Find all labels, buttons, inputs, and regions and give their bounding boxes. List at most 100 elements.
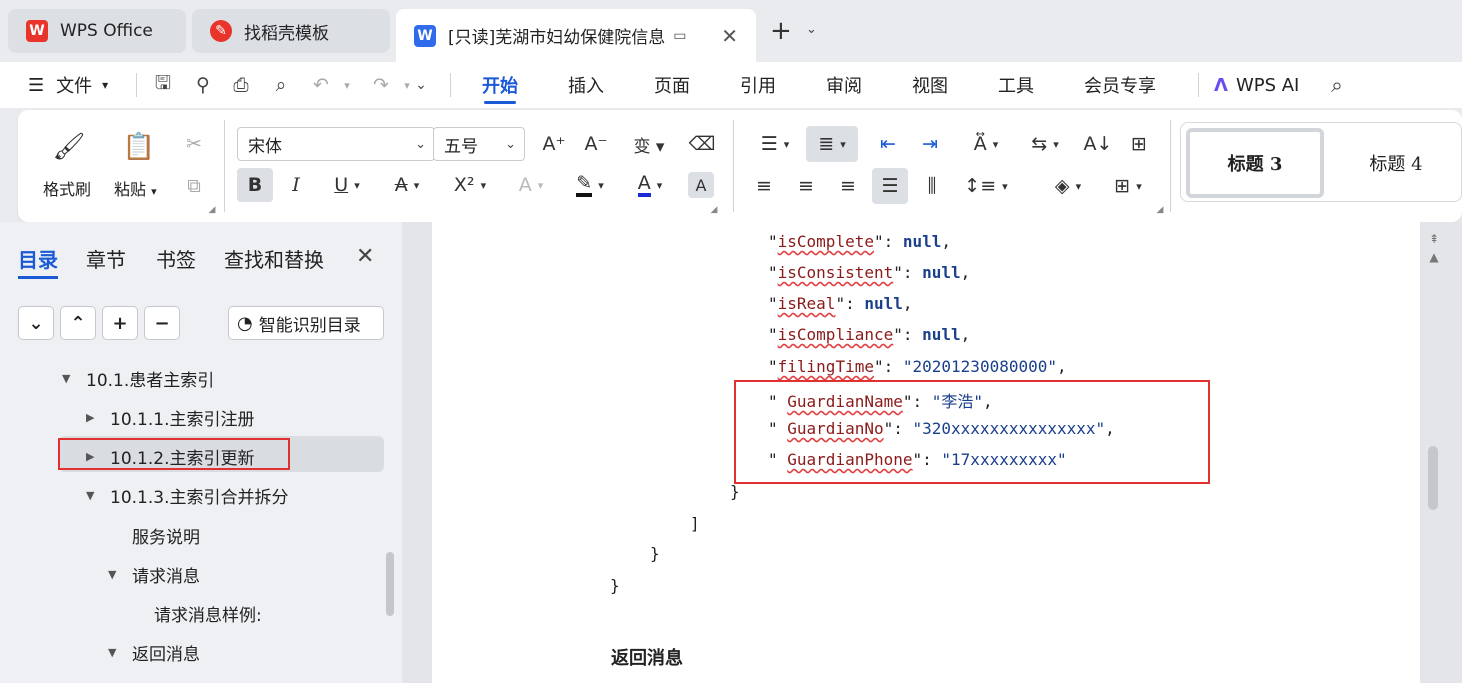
tab-find-replace[interactable]: 查找和替换 xyxy=(224,244,324,273)
font-name-select[interactable]: 宋体 ⌄ xyxy=(237,127,435,161)
undo-icon[interactable]: ↶ xyxy=(308,73,334,97)
expand-group-icon[interactable]: ◢ xyxy=(206,204,218,216)
cut-icon[interactable]: ✂ xyxy=(180,130,208,158)
italic-icon[interactable]: I xyxy=(280,168,312,202)
toc-item-label: 10.1.1.主索引注册 xyxy=(110,410,255,430)
smart-toc-button[interactable]: ◔ 智能识别目录 xyxy=(228,306,384,340)
line-wrap-icon[interactable]: ⇆ ▾ xyxy=(1022,128,1068,160)
line-spacing-icon[interactable]: ↕≡ ▾ xyxy=(962,170,1010,202)
print-preview-icon[interactable]: ⌕ xyxy=(268,73,294,97)
sort-icon[interactable]: A↓ xyxy=(1082,128,1114,160)
toc-item[interactable]: 请求消息样例: xyxy=(154,601,262,626)
collapse-all-button[interactable]: ⌄ xyxy=(18,306,54,340)
search-icon[interactable]: ⌕ xyxy=(1324,73,1350,97)
clear-format-icon[interactable]: ⌫ xyxy=(686,128,718,160)
doc-scrollbar-thumb[interactable] xyxy=(1428,446,1438,510)
save-icon[interactable]: 🖫 xyxy=(150,72,176,97)
font-color-icon[interactable]: A ▾ xyxy=(626,168,674,202)
char-shading-icon[interactable]: A xyxy=(688,172,714,198)
json-line: "isCompliance": null, xyxy=(768,325,971,344)
tab-review[interactable]: 审阅 xyxy=(826,62,862,108)
close-pane-icon[interactable]: ✕ xyxy=(356,244,374,269)
distribute-icon[interactable]: ⫼ xyxy=(916,170,948,202)
highlight-icon[interactable]: ✎ ▾ xyxy=(566,168,614,202)
chevron-down-icon[interactable]: ▾ xyxy=(334,73,360,97)
bold-icon[interactable]: B xyxy=(237,168,273,202)
expand-group-icon[interactable]: ◢ xyxy=(1154,204,1166,216)
pane-scrollbar-thumb[interactable] xyxy=(386,552,394,616)
tab-document[interactable]: W [只读]芜湖市妇幼保健院信息 ▭ ✕ xyxy=(396,9,756,62)
tab-home[interactable]: 开始 xyxy=(482,62,518,108)
print-icon[interactable]: ⎙ xyxy=(228,73,254,97)
json-brace: } xyxy=(650,544,660,563)
align-left-icon[interactable]: ≡ xyxy=(748,170,780,202)
increase-indent-icon[interactable]: ⇥ xyxy=(914,128,946,160)
paste-icon[interactable]: 📋 xyxy=(122,130,156,164)
align-right-icon[interactable]: ≡ xyxy=(832,170,864,202)
expand-up-button[interactable]: ⌃ xyxy=(60,306,96,340)
tab-tools[interactable]: 工具 xyxy=(998,62,1034,108)
tab-view[interactable]: 视图 xyxy=(912,62,948,108)
paste-label[interactable]: 粘贴 ▾ xyxy=(114,176,157,200)
tab-label: 找稻壳模板 xyxy=(244,23,329,44)
align-center-icon[interactable]: ≡ xyxy=(790,170,822,202)
json-value: null xyxy=(922,263,961,282)
close-tab-icon[interactable]: ✕ xyxy=(721,24,738,48)
grow-font-icon[interactable]: A⁺ xyxy=(538,128,570,160)
wps-ai-icon: ᐱ xyxy=(1214,74,1228,96)
more-chevron-icon[interactable]: ⌄ xyxy=(408,73,434,97)
style-heading-4[interactable]: 标题 4 xyxy=(1334,128,1458,198)
json-separator: , xyxy=(960,263,971,282)
tab-page[interactable]: 页面 xyxy=(654,62,690,108)
toc-item[interactable]: 服务说明 xyxy=(132,523,200,548)
json-key: isConsistent xyxy=(777,263,894,282)
toc-item[interactable]: ▼ 请求消息 xyxy=(108,562,200,587)
tab-wps-office[interactable]: W WPS Office xyxy=(8,9,186,53)
justify-icon[interactable]: ☰ xyxy=(872,168,908,204)
tab-bookmarks[interactable]: 书签 xyxy=(156,244,196,273)
json-line: "filingTime": "20201230080000", xyxy=(768,357,1067,376)
redo-icon[interactable]: ↷ xyxy=(368,73,394,97)
scroll-up-icon[interactable]: ⇞ ▲ xyxy=(1424,230,1444,270)
expand-group-icon[interactable]: ◢ xyxy=(708,204,720,216)
numbered-list-icon[interactable]: ≣ ▾ xyxy=(806,126,858,162)
tab-reference[interactable]: 引用 xyxy=(740,62,776,108)
strikethrough-icon[interactable]: A ▾ xyxy=(384,168,430,202)
share-icon[interactable]: ⚲ xyxy=(190,73,216,97)
new-tab-icon[interactable]: + xyxy=(770,16,792,46)
tab-toc[interactable]: 目录 xyxy=(18,244,58,279)
remove-heading-button[interactable]: − xyxy=(144,306,180,340)
borders-icon[interactable]: ⊞ ▾ xyxy=(1104,170,1152,202)
toc-item[interactable]: ▼ 10.1.3.主索引合并拆分 xyxy=(86,483,288,508)
toc-item[interactable]: ▼ 返回消息 xyxy=(108,640,200,665)
font-size-select[interactable]: 五号 ⌄ xyxy=(433,127,525,161)
format-painter-label[interactable]: 格式刷 xyxy=(43,176,91,200)
shrink-font-icon[interactable]: A⁻ xyxy=(580,128,612,160)
superscript-icon[interactable]: X² ▾ xyxy=(446,168,494,202)
shading-icon[interactable]: ◈ ▾ xyxy=(1044,170,1092,202)
tab-member[interactable]: 会员专享 xyxy=(1084,62,1156,108)
copy-icon[interactable]: ⧉ xyxy=(180,172,208,200)
text-effect-icon[interactable]: A ▾ xyxy=(508,168,554,202)
text-direction-icon[interactable]: A⃡ ▾ xyxy=(962,128,1010,160)
underline-icon[interactable]: U ▾ xyxy=(324,168,370,202)
chevron-down-icon[interactable]: ⌄ xyxy=(806,22,817,37)
show-marks-icon[interactable]: ⊞ xyxy=(1124,128,1154,160)
wps-ai-button[interactable]: ᐱ WPS AI xyxy=(1214,62,1299,108)
file-menu[interactable]: ☰ 文件 ▾ xyxy=(28,62,108,108)
format-painter-icon[interactable]: 🖌 xyxy=(52,130,86,164)
toc-item[interactable]: ▼ 10.1.患者主索引 xyxy=(62,366,214,391)
bullet-list-icon[interactable]: ☰ ▾ xyxy=(752,128,798,160)
tab-docer-templates[interactable]: ✎ 找稻壳模板 xyxy=(192,9,390,53)
pinyin-guide-icon[interactable]: 变 ▾ xyxy=(624,128,674,160)
decrease-indent-icon[interactable]: ⇤ xyxy=(872,128,904,160)
monitor-icon[interactable]: ▭ xyxy=(673,28,686,44)
style-heading-3[interactable]: 标题 3 xyxy=(1186,128,1324,198)
json-key: filingTime xyxy=(777,357,874,376)
toc-item[interactable]: ▶ 10.1.1.主索引注册 xyxy=(86,405,254,430)
document-page[interactable]: "isComplete": null, "isConsistent": null… xyxy=(432,222,1420,683)
add-heading-button[interactable]: + xyxy=(102,306,138,340)
tab-insert[interactable]: 插入 xyxy=(568,62,604,108)
tab-sections[interactable]: 章节 xyxy=(86,244,126,273)
toc-item-selected[interactable]: ▶ 10.1.2.主索引更新 xyxy=(86,444,254,469)
